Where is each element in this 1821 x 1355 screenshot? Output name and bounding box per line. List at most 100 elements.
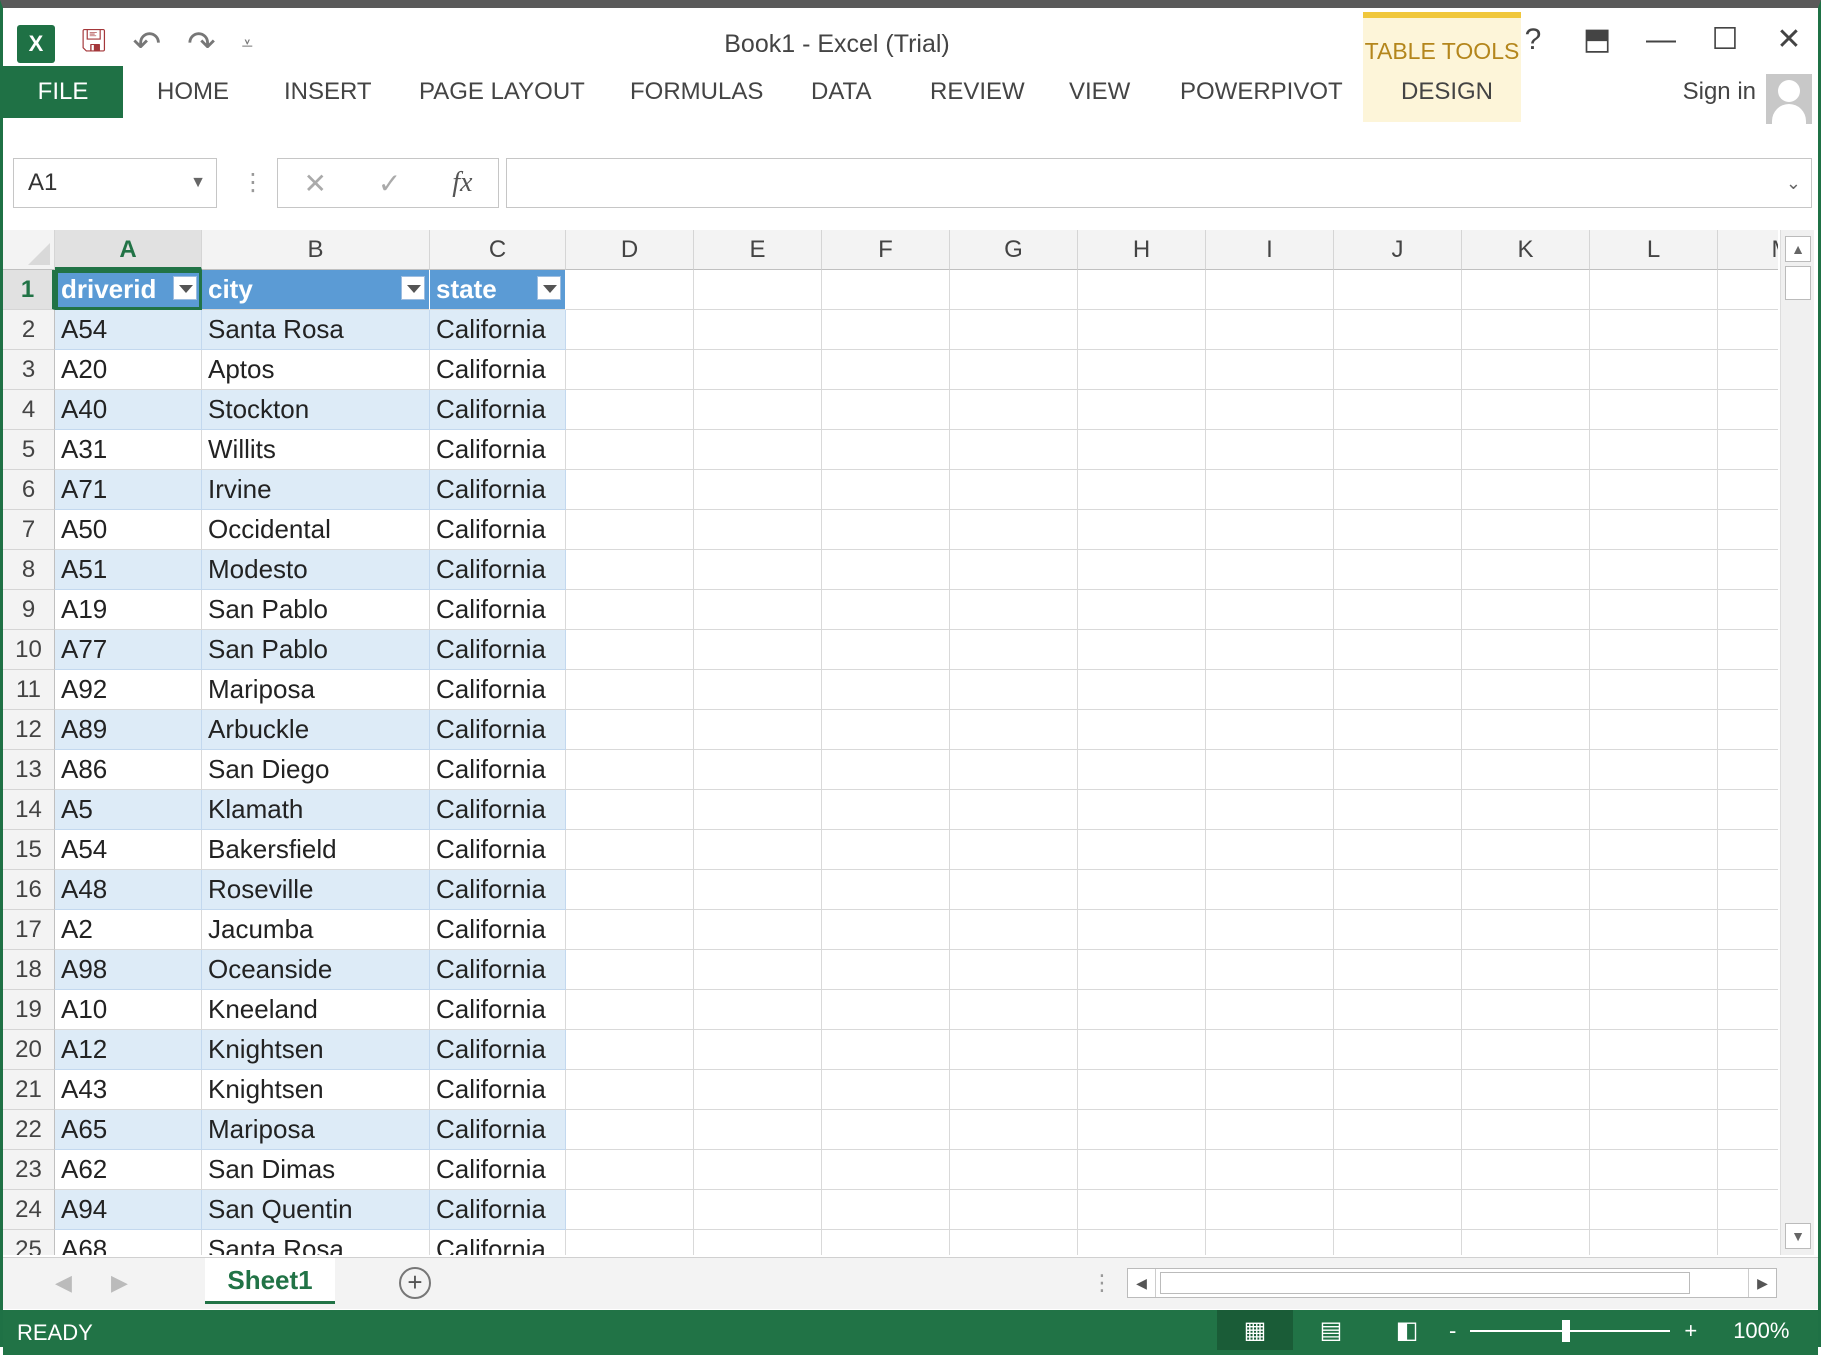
column-header-e[interactable]: E <box>694 230 822 270</box>
empty-cell[interactable] <box>1462 1110 1590 1150</box>
empty-cell[interactable] <box>1718 790 1778 830</box>
table-cell[interactable]: A2 <box>55 910 202 950</box>
empty-cell[interactable] <box>1334 830 1462 870</box>
empty-cell[interactable] <box>1206 590 1334 630</box>
empty-cell[interactable] <box>694 830 822 870</box>
empty-cell[interactable] <box>1078 1070 1206 1110</box>
empty-cell[interactable] <box>1590 470 1718 510</box>
table-cell[interactable]: A48 <box>55 870 202 910</box>
empty-cell[interactable] <box>1206 910 1334 950</box>
empty-cell[interactable] <box>694 590 822 630</box>
empty-cell[interactable] <box>1590 510 1718 550</box>
table-header-cell[interactable]: driverid <box>55 270 202 310</box>
empty-cell[interactable] <box>1590 710 1718 750</box>
table-cell[interactable]: Modesto <box>202 550 430 590</box>
empty-cell[interactable] <box>1462 830 1590 870</box>
table-cell[interactable]: A62 <box>55 1150 202 1190</box>
empty-cell[interactable] <box>822 1190 950 1230</box>
empty-cell[interactable] <box>566 990 694 1030</box>
empty-cell[interactable] <box>566 630 694 670</box>
empty-cell[interactable] <box>1334 670 1462 710</box>
empty-cell[interactable] <box>1334 750 1462 790</box>
empty-cell[interactable] <box>1718 1190 1778 1230</box>
empty-cell[interactable] <box>694 510 822 550</box>
tab-review[interactable]: REVIEW <box>930 66 1025 118</box>
column-header-g[interactable]: G <box>950 230 1078 270</box>
empty-cell[interactable] <box>1334 390 1462 430</box>
empty-cell[interactable] <box>1334 990 1462 1030</box>
row-header[interactable]: 16 <box>3 870 55 910</box>
empty-cell[interactable] <box>1718 710 1778 750</box>
empty-cell[interactable] <box>1078 870 1206 910</box>
empty-cell[interactable] <box>566 390 694 430</box>
row-header[interactable]: 2 <box>3 310 55 350</box>
empty-cell[interactable] <box>1462 790 1590 830</box>
table-cell[interactable]: Irvine <box>202 470 430 510</box>
table-cell[interactable]: A5 <box>55 790 202 830</box>
empty-cell[interactable] <box>1334 1190 1462 1230</box>
empty-cell[interactable] <box>566 310 694 350</box>
empty-cell[interactable] <box>1590 310 1718 350</box>
empty-cell[interactable] <box>1206 550 1334 590</box>
empty-cell[interactable] <box>1206 750 1334 790</box>
column-header-a[interactable]: A <box>55 230 202 270</box>
table-cell[interactable]: A19 <box>55 590 202 630</box>
empty-cell[interactable] <box>1462 950 1590 990</box>
tab-design[interactable]: DESIGN <box>1401 66 1493 118</box>
empty-cell[interactable] <box>1590 1110 1718 1150</box>
empty-cell[interactable] <box>1078 1150 1206 1190</box>
scroll-right-icon[interactable]: ▶ <box>1748 1269 1776 1297</box>
empty-cell[interactable] <box>1590 950 1718 990</box>
empty-cell[interactable] <box>694 870 822 910</box>
empty-cell[interactable] <box>1078 950 1206 990</box>
empty-cell[interactable] <box>1334 550 1462 590</box>
empty-cell[interactable] <box>1078 1230 1206 1255</box>
empty-cell[interactable] <box>1334 790 1462 830</box>
table-cell[interactable]: A94 <box>55 1190 202 1230</box>
expand-formula-bar-icon[interactable]: ⌄ <box>1786 159 1801 207</box>
empty-cell[interactable] <box>1206 1110 1334 1150</box>
empty-cell[interactable] <box>1334 710 1462 750</box>
empty-cell[interactable] <box>694 470 822 510</box>
empty-cell[interactable] <box>694 1190 822 1230</box>
empty-cell[interactable] <box>1206 710 1334 750</box>
empty-cell[interactable] <box>694 310 822 350</box>
table-cell[interactable]: A71 <box>55 470 202 510</box>
maximize-icon[interactable]: ☐ <box>1710 22 1740 57</box>
empty-cell[interactable] <box>694 670 822 710</box>
empty-cell[interactable] <box>950 310 1078 350</box>
empty-cell[interactable] <box>1078 750 1206 790</box>
empty-cell[interactable] <box>950 510 1078 550</box>
table-cell[interactable]: A65 <box>55 1110 202 1150</box>
table-cell[interactable]: California <box>430 910 566 950</box>
empty-cell[interactable] <box>1078 470 1206 510</box>
empty-cell[interactable] <box>950 1030 1078 1070</box>
empty-cell[interactable] <box>950 870 1078 910</box>
table-cell[interactable]: San Pablo <box>202 590 430 630</box>
table-cell[interactable]: A98 <box>55 950 202 990</box>
empty-cell[interactable] <box>1078 670 1206 710</box>
empty-cell[interactable] <box>1206 1230 1334 1255</box>
horizontal-scrollbar[interactable]: ◀ ▶ <box>1127 1268 1777 1298</box>
empty-cell[interactable] <box>1206 430 1334 470</box>
table-cell[interactable]: California <box>430 1190 566 1230</box>
empty-cell[interactable] <box>950 1150 1078 1190</box>
empty-cell[interactable] <box>950 1190 1078 1230</box>
select-all-button[interactable] <box>3 230 55 270</box>
empty-cell[interactable] <box>950 350 1078 390</box>
empty-cell[interactable] <box>822 550 950 590</box>
empty-cell[interactable] <box>1718 630 1778 670</box>
tab-formulas[interactable]: FORMULAS <box>630 66 763 118</box>
vertical-scrollbar[interactable]: ▲ ▼ <box>1780 230 1814 1255</box>
empty-cell[interactable] <box>822 910 950 950</box>
empty-cell[interactable] <box>1206 390 1334 430</box>
empty-cell[interactable] <box>1718 910 1778 950</box>
empty-cell[interactable] <box>950 670 1078 710</box>
empty-cell[interactable] <box>694 390 822 430</box>
empty-cell[interactable] <box>1206 310 1334 350</box>
row-header[interactable]: 22 <box>3 1110 55 1150</box>
row-header[interactable]: 4 <box>3 390 55 430</box>
sheet-tab-sheet1[interactable]: Sheet1 <box>205 1258 335 1304</box>
empty-cell[interactable] <box>950 750 1078 790</box>
row-header[interactable]: 3 <box>3 350 55 390</box>
